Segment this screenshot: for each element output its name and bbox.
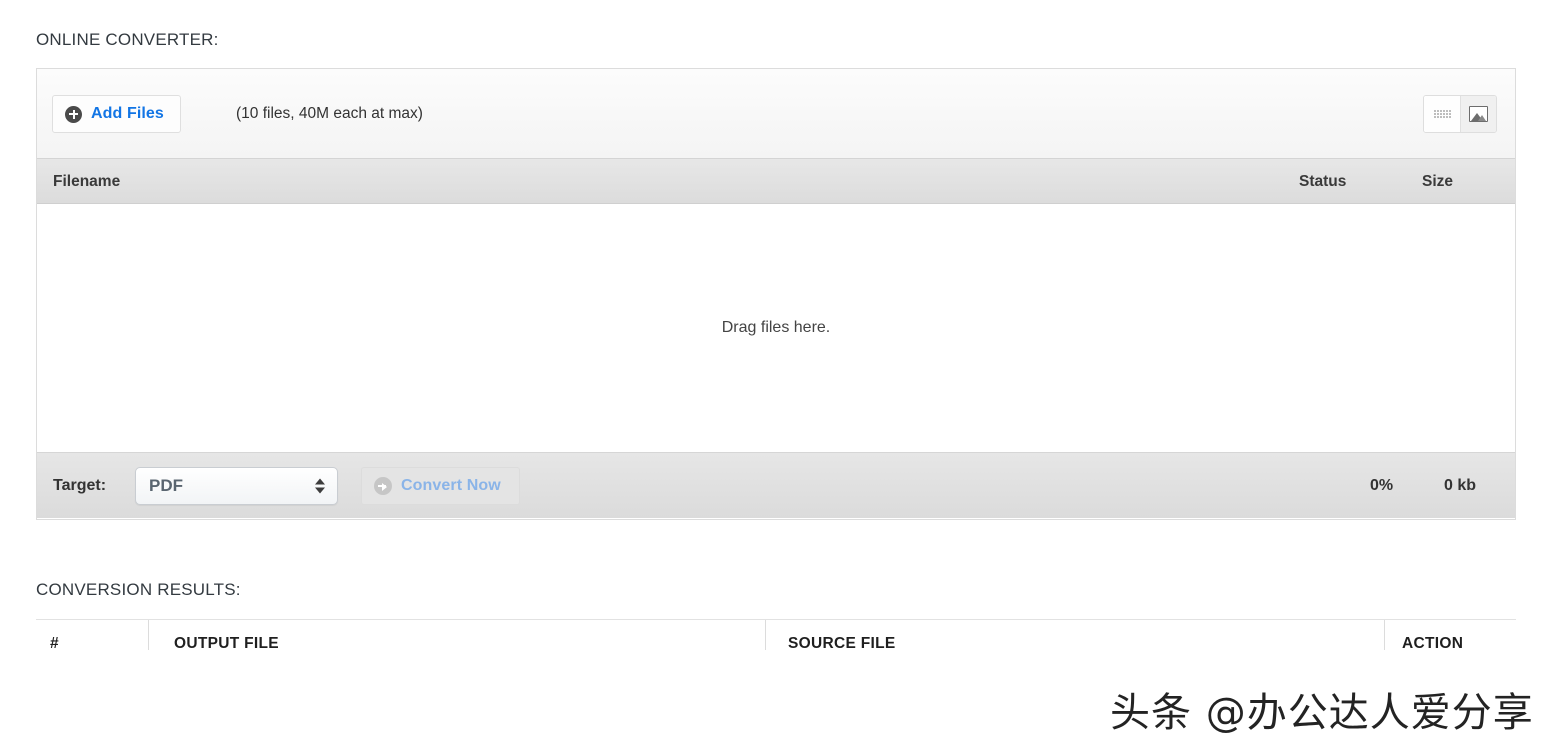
column-divider bbox=[765, 620, 766, 650]
view-toggle-group[interactable] bbox=[1423, 95, 1497, 133]
column-header-filename: Filename bbox=[53, 172, 121, 190]
target-format-select[interactable]: PDF bbox=[135, 467, 338, 505]
file-table-header: Filename Status Size bbox=[37, 159, 1515, 204]
converter-footer: Target: PDF Convert Now 0% 0 kb bbox=[37, 453, 1515, 518]
converter-panel: Add Files (10 files, 40M each at max) Fi… bbox=[36, 68, 1516, 520]
image-view-button[interactable] bbox=[1460, 96, 1496, 132]
total-size: 0 kb bbox=[1444, 476, 1477, 494]
file-dropzone[interactable]: Drag files here. bbox=[37, 204, 1515, 453]
column-header-output-file: OUTPUT FILE bbox=[174, 635, 279, 652]
image-view-icon bbox=[1469, 106, 1488, 122]
column-header-action: ACTION bbox=[1402, 635, 1464, 652]
target-label: Target: bbox=[53, 476, 107, 494]
column-header-size: Size bbox=[1422, 172, 1454, 190]
results-section-title: CONVERSION RESULTS: bbox=[36, 580, 241, 599]
add-files-label: Add Files bbox=[91, 105, 164, 122]
target-format-value: PDF bbox=[149, 476, 183, 495]
arrow-circle-right-icon bbox=[374, 477, 392, 495]
column-divider bbox=[148, 620, 149, 650]
column-header-source-file: SOURCE FILE bbox=[788, 635, 896, 652]
column-header-status: Status bbox=[1299, 172, 1347, 190]
convert-now-label: Convert Now bbox=[401, 477, 501, 494]
column-divider bbox=[1384, 620, 1385, 650]
converter-toolbar: Add Files (10 files, 40M each at max) bbox=[37, 69, 1515, 159]
page-root: ONLINE CONVERTER: Add Files (10 files, 4… bbox=[0, 0, 1542, 750]
progress-percent: 0% bbox=[1370, 476, 1394, 494]
results-table-header: # OUTPUT FILE SOURCE FILE ACTION bbox=[36, 620, 1516, 668]
plus-circle-icon bbox=[65, 105, 82, 123]
file-limit-hint: (10 files, 40M each at max) bbox=[236, 105, 423, 122]
dropzone-message: Drag files here. bbox=[721, 319, 831, 336]
watermark-text: 头条 @办公达人爱分享 bbox=[1110, 690, 1534, 736]
column-header-index: # bbox=[50, 635, 59, 652]
stepper-arrows-icon bbox=[315, 478, 325, 494]
convert-now-button[interactable]: Convert Now bbox=[361, 467, 520, 505]
grid-view-icon bbox=[1433, 110, 1451, 118]
grid-view-button[interactable] bbox=[1424, 96, 1460, 132]
page-title: ONLINE CONVERTER: bbox=[36, 30, 219, 49]
add-files-button[interactable]: Add Files bbox=[52, 95, 181, 133]
